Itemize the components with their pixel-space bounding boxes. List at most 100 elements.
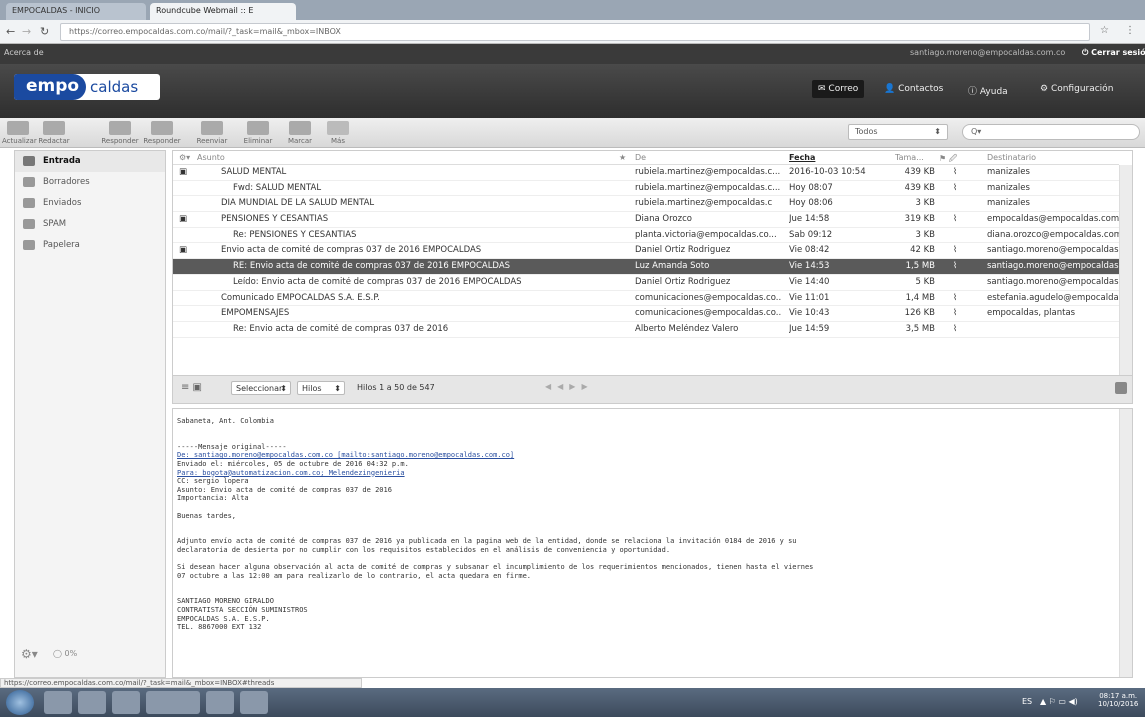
back-icon[interactable]: ← xyxy=(6,25,15,38)
table-row[interactable]: ▣ SALUD MENTAL rubiela.martinez@empocaldas… xyxy=(173,165,1119,181)
menu-icon[interactable]: ⋮ xyxy=(1125,25,1135,36)
message-preview: Sabaneta, Ant. Colombia -----Mensaje orig… xyxy=(172,408,1133,678)
url-input[interactable]: https://correo.empocaldas.com.co/mail/?_… xyxy=(60,23,1090,41)
message-size: 439 KB xyxy=(904,167,935,177)
ie-icon[interactable] xyxy=(44,691,72,714)
nav-contactos[interactable]: 👤 Contactos xyxy=(878,80,949,98)
folder-borradores[interactable]: Borradores xyxy=(15,172,165,193)
message-subject: Comunicado EMPOCALDAS S.A. E.S.P. xyxy=(221,292,380,303)
nav-ayuda[interactable]: ⓘ Ayuda xyxy=(962,80,1014,101)
message-to: santiago.moreno@empocaldas.c... xyxy=(987,245,1119,256)
select-dropdown[interactable]: Seleccionar ⬍ xyxy=(231,381,291,395)
media-icon[interactable] xyxy=(112,691,140,714)
roundcube-topbar: Acerca de santiago.moreno@empocaldas.com… xyxy=(0,44,1145,64)
thread-icon[interactable]: ▣ xyxy=(179,214,191,224)
settings-gear-icon[interactable]: ⚙▾ xyxy=(21,647,38,661)
reply-all-button[interactable]: Responder xyxy=(142,121,182,145)
threads-dropdown[interactable]: Hilos ⬍ xyxy=(297,381,345,395)
body-line[interactable]: De: santiago.moreno@empocaldas.com.co [m… xyxy=(177,451,813,460)
message-date: Hoy 08:06 xyxy=(789,198,833,209)
body-line[interactable]: Para: bogota@automatizacion.com.co; Mele… xyxy=(177,469,813,478)
reply-button[interactable]: Responder xyxy=(100,121,140,145)
body-line: declaratoria de desierta por no cumplir … xyxy=(177,545,671,554)
body-line: 07 octubre a las 12:00 am para realizarl… xyxy=(177,571,532,580)
body-line: Enviado el: miércoles, 05 de octubre de … xyxy=(177,459,409,468)
bookmark-star-icon[interactable]: ☆ xyxy=(1100,25,1109,36)
sent-icon xyxy=(23,198,35,208)
nav-configuracion[interactable]: ⚙ Configuración xyxy=(1034,80,1119,98)
nav-label: Configuración xyxy=(1050,84,1114,94)
message-to: santiago.moreno@empocaldas.c... xyxy=(987,261,1119,272)
app-icon[interactable] xyxy=(206,691,234,714)
mark-button[interactable]: Marcar xyxy=(282,121,318,145)
compose-button[interactable]: Redactar xyxy=(36,121,72,145)
table-row[interactable]: Re: Envio acta de comité de compras 037 … xyxy=(173,322,1119,338)
delete-button[interactable]: Eliminar xyxy=(238,121,278,145)
search-input[interactable]: Q▾ xyxy=(962,124,1140,140)
thread-toggle-icon[interactable]: ⚙▾ xyxy=(179,153,190,162)
folder-label: Borradores xyxy=(43,177,90,187)
folder-label: Papelera xyxy=(43,240,80,250)
message-list: ⚙▾ Asunto ★ De Fecha Tama... ⚑ 🖉 Destina… xyxy=(172,150,1133,404)
about-link[interactable]: Acerca de xyxy=(4,48,44,57)
table-row[interactable]: ▣ PENSIONES Y CESANTIAS Diana Orozco Jue 14… xyxy=(173,212,1119,228)
language-indicator[interactable]: ES xyxy=(1022,697,1032,706)
message-size: 5 KB xyxy=(915,276,935,287)
tab-roundcube[interactable]: Roundcube Webmail :: E xyxy=(150,3,296,20)
col-size[interactable]: Tama... xyxy=(895,153,924,162)
pagination-icons[interactable]: ◀◀▶▶ xyxy=(545,382,594,391)
message-subject: RE: Envio acta de comité de compras 037 … xyxy=(233,261,511,272)
message-date: Vie 08:42 xyxy=(789,245,830,256)
preview-scrollbar[interactable] xyxy=(1119,409,1132,677)
person-icon: 👤 xyxy=(884,84,899,94)
table-row[interactable]: EMPOMENSAJES comunicaciones@empocaldas.co… xyxy=(173,306,1119,322)
filter-select[interactable]: Todos ⬍ xyxy=(848,124,948,140)
table-row[interactable]: Fwd: SALUD MENTAL rubiela.martinez@empoca… xyxy=(173,181,1119,197)
table-row[interactable]: ▣ Envio acta de comité de compras 037 de … xyxy=(173,243,1119,260)
tray-icons[interactable]: ▲ ⚐ ▭ ◀) xyxy=(1040,697,1078,706)
list-view-icon[interactable]: ≡ ▣ xyxy=(181,382,202,393)
table-row[interactable]: DIA MUNDIAL DE LA SALUD MENTAL rubiela.ma… xyxy=(173,196,1119,213)
thread-icon[interactable]: ▣ xyxy=(179,167,191,177)
message-rows: ▣ SALUD MENTAL rubiela.martinez@empocaldas… xyxy=(173,165,1119,338)
toggle-preview-icon[interactable] xyxy=(1115,382,1127,394)
folder-spam[interactable]: SPAM xyxy=(15,214,165,235)
tab-empocaldas-inicio[interactable]: EMPOCALDAS - INICIO xyxy=(6,3,146,20)
app2-icon[interactable] xyxy=(240,691,268,714)
message-subject: Envio acta de comité de compras 037 de 2… xyxy=(221,245,482,256)
table-row[interactable]: Re: PENSIONES Y CESANTIAS planta.victoria… xyxy=(173,228,1119,244)
reload-icon[interactable]: ↻ xyxy=(40,25,49,38)
message-from: Daniel Ortiz Rodriguez xyxy=(635,245,731,256)
nav-correo[interactable]: ✉ Correo xyxy=(812,80,865,98)
folder-entrada[interactable]: Entrada xyxy=(15,151,165,172)
forward-button[interactable]: Reenviar xyxy=(192,121,232,145)
clock[interactable]: 08:17 a.m. 10/10/2016 xyxy=(1098,692,1138,708)
message-size: 439 KB xyxy=(904,182,935,193)
folder-list: Entrada Borradores Enviados SPAM Papeler… xyxy=(14,150,166,678)
message-to: manizales xyxy=(987,167,1030,177)
explorer-icon[interactable] xyxy=(78,691,106,714)
trash-icon xyxy=(247,121,269,135)
refresh-button[interactable]: Actualizar xyxy=(2,121,37,145)
folder-papelera[interactable]: Papelera xyxy=(15,235,165,256)
attachment-icon: ⌇ xyxy=(953,167,958,177)
thread-icon[interactable]: ▣ xyxy=(179,245,191,255)
col-from[interactable]: De xyxy=(635,153,646,162)
forward-icon[interactable]: → xyxy=(22,25,31,38)
table-row[interactable]: Comunicado EMPOCALDAS S.A. E.S.P. comunic… xyxy=(173,291,1119,307)
refresh-icon xyxy=(7,121,29,135)
col-to[interactable]: Destinatario xyxy=(987,153,1036,162)
more-button[interactable]: Más xyxy=(322,121,354,145)
col-date[interactable]: Fecha xyxy=(789,153,815,162)
list-scrollbar[interactable] xyxy=(1119,165,1132,375)
message-size: 126 KB xyxy=(904,308,935,319)
logout-button[interactable]: ⏻ Cerrar sesión xyxy=(1082,48,1145,58)
attachment-icon: ⌇ xyxy=(953,182,958,193)
message-from: Alberto Meléndez Valero xyxy=(635,323,739,334)
chrome-icon[interactable] xyxy=(146,691,200,714)
start-icon[interactable] xyxy=(6,690,34,715)
table-row[interactable]: RE: Envio acta de comité de compras 037 … xyxy=(173,259,1119,275)
table-row[interactable]: Leído: Envio acta de comité de compras 0… xyxy=(173,275,1119,291)
folder-enviados[interactable]: Enviados xyxy=(15,193,165,214)
col-subject[interactable]: Asunto xyxy=(197,153,225,162)
